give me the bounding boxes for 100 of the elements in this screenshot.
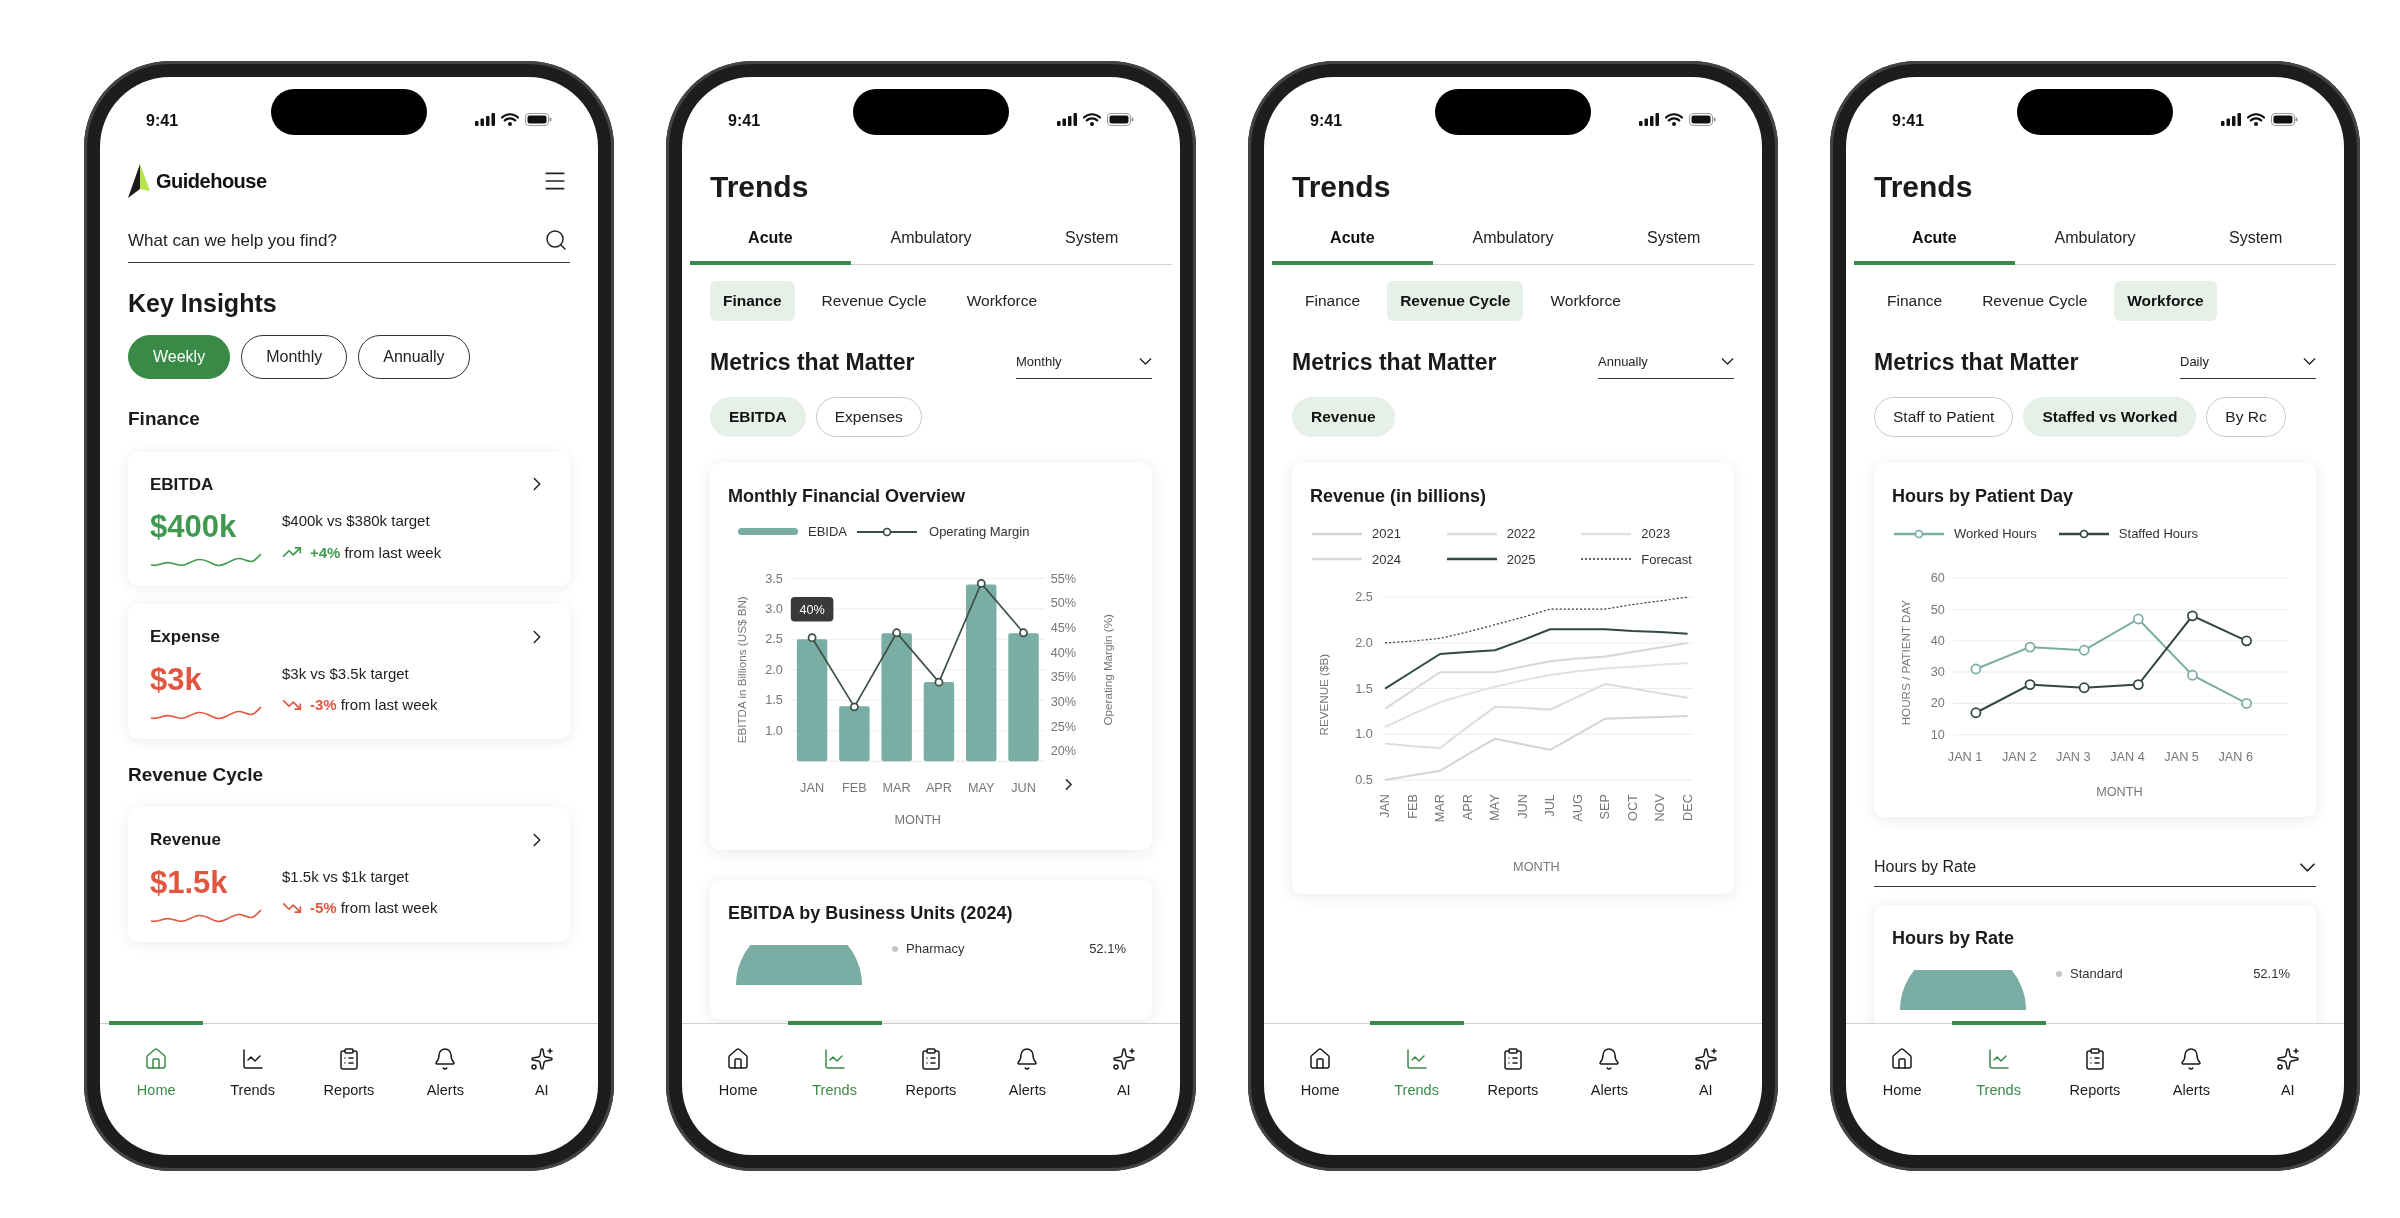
metric-chip[interactable]: Staffed vs Worked bbox=[2023, 397, 2197, 437]
tab[interactable]: Ambulatory bbox=[1432, 215, 1594, 265]
axis-tick-label: JUN bbox=[1515, 794, 1530, 819]
axis-tick-label: JAN 5 bbox=[2164, 749, 2199, 764]
axis-tick-label: 3.5 bbox=[765, 571, 783, 585]
category-tab[interactable]: Finance bbox=[1874, 280, 1956, 321]
nav-tab[interactable]: Reports bbox=[300, 1021, 398, 1121]
nav-tab[interactable]: Trends bbox=[1368, 1021, 1465, 1121]
axis-tick-label: MAR bbox=[1433, 794, 1448, 823]
chart-title: Revenue (in billions) bbox=[1310, 485, 1488, 508]
nav-tab[interactable]: Alerts bbox=[397, 1021, 494, 1121]
period-dropdown[interactable]: Monthly bbox=[1016, 344, 1152, 379]
category-tab[interactable]: Finance bbox=[710, 280, 795, 321]
axis-tick-label: DEC bbox=[1680, 794, 1695, 821]
nav-tab[interactable]: Home bbox=[690, 1021, 787, 1121]
axis-title: MONTH bbox=[894, 812, 942, 827]
period-pill[interactable]: Weekly bbox=[128, 335, 231, 379]
tab[interactable]: Ambulatory bbox=[850, 215, 1012, 265]
tab[interactable]: System bbox=[1011, 215, 1172, 265]
insight-card[interactable]: Revenue $1.5k $1.5k vs $1k target -5% from last week bbox=[128, 807, 570, 942]
chart-title: EBITDA by Business Units (2024) bbox=[728, 901, 1014, 925]
tab[interactable]: Acute bbox=[1272, 215, 1433, 265]
data-point bbox=[976, 578, 986, 588]
chevron-down-icon bbox=[1139, 357, 1152, 366]
axis-tick-label: APR bbox=[1460, 794, 1475, 821]
axis-tick-label: 40 bbox=[1930, 633, 1945, 648]
nav-tab[interactable]: Home bbox=[108, 1021, 205, 1121]
tab[interactable]: Acute bbox=[690, 215, 851, 265]
nav-tab[interactable]: Alerts bbox=[1561, 1021, 1658, 1121]
target-text: $3k vs $3.5k target bbox=[282, 665, 410, 681]
bell-icon bbox=[1015, 1047, 1040, 1071]
value-tooltip: 40% bbox=[790, 596, 834, 621]
home-icon bbox=[726, 1047, 751, 1071]
change-value: -3% bbox=[310, 697, 337, 712]
metric-chip[interactable]: By Rc bbox=[2206, 397, 2286, 437]
category-tab[interactable]: Workforce bbox=[1537, 280, 1634, 321]
period-dropdown[interactable]: Daily bbox=[2180, 344, 2316, 379]
nav-tab[interactable]: Home bbox=[1854, 1021, 1951, 1121]
nav-tab[interactable]: Alerts bbox=[979, 1021, 1076, 1121]
axis-tick-label: 20% bbox=[1050, 743, 1077, 758]
nav-tab[interactable]: Reports bbox=[882, 1021, 980, 1121]
period-pill[interactable]: Monthly bbox=[241, 335, 348, 379]
wifi-icon bbox=[1665, 113, 1683, 126]
period-pill[interactable]: Annually bbox=[358, 335, 470, 379]
nav-tab[interactable]: Trends bbox=[786, 1021, 883, 1121]
period-dropdown[interactable]: Annually bbox=[1598, 344, 1734, 379]
nav-tab[interactable]: Reports bbox=[1464, 1021, 1562, 1121]
axis-tick-label: 45% bbox=[1050, 620, 1077, 635]
chevron-right-icon[interactable] bbox=[1065, 778, 1073, 790]
tab[interactable]: Ambulatory bbox=[2014, 215, 2176, 265]
nav-tab[interactable]: Reports bbox=[2046, 1021, 2144, 1121]
status-time: 9:41 bbox=[1892, 113, 1925, 129]
category-tab[interactable]: Revenue Cycle bbox=[1387, 280, 1524, 321]
search-icon[interactable] bbox=[544, 228, 568, 252]
insight-card[interactable]: EBITDA $400k $400k vs $380k target +4% from last week bbox=[128, 451, 570, 586]
nav-tab[interactable]: AI bbox=[493, 1021, 590, 1121]
axis-tick-label: FEB bbox=[842, 780, 867, 795]
axis-tick-label: JAN 3 bbox=[2056, 749, 2091, 764]
axis-tick-label: FEB bbox=[1405, 794, 1420, 819]
axis-title: EBITDA in Billions (US$ BN) bbox=[735, 595, 749, 743]
chart-dropdown[interactable]: Hours by Rate bbox=[1874, 847, 2316, 888]
axis-tick-label: 50% bbox=[1050, 595, 1077, 610]
tab[interactable]: System bbox=[2175, 215, 2336, 265]
legend-value: 52.1% bbox=[1089, 939, 1126, 958]
category-tab[interactable]: Revenue Cycle bbox=[808, 280, 940, 321]
nav-tab[interactable]: Trends bbox=[1950, 1021, 2047, 1121]
status-time: 9:41 bbox=[728, 113, 761, 129]
axis-tick-label: JAN 1 bbox=[1947, 749, 1983, 764]
nav-tab[interactable]: AI bbox=[1075, 1021, 1172, 1121]
line-chart-icon bbox=[822, 1047, 847, 1071]
nav-tab[interactable]: AI bbox=[1657, 1021, 1754, 1121]
tab[interactable]: System bbox=[1593, 215, 1754, 265]
category-tab[interactable]: Finance bbox=[1292, 280, 1374, 321]
nav-tab[interactable]: Alerts bbox=[2143, 1021, 2240, 1121]
legend-label: 2023 bbox=[1641, 525, 1671, 543]
metric-value: $400k bbox=[150, 511, 238, 542]
metric-chip[interactable]: Revenue bbox=[1292, 397, 1395, 437]
change-value: -5% bbox=[310, 900, 337, 915]
nav-tab[interactable]: AI bbox=[2239, 1021, 2336, 1121]
axis-tick-label: MAY bbox=[1488, 794, 1503, 821]
data-point bbox=[2132, 613, 2144, 624]
category-tab[interactable]: Workforce bbox=[2114, 280, 2217, 321]
category-tab[interactable]: Revenue Cycle bbox=[1969, 280, 2101, 321]
metric-chip[interactable]: Expenses bbox=[815, 397, 922, 437]
metric-chip[interactable]: EBITDA bbox=[710, 397, 806, 437]
nav-tab[interactable]: Home bbox=[1272, 1021, 1369, 1121]
section-title: Metrics that Matter bbox=[710, 347, 915, 377]
insight-card[interactable]: Expense $3k $3k vs $3.5k target -3% from last week bbox=[128, 604, 570, 739]
category-tab[interactable]: Workforce bbox=[953, 280, 1051, 321]
metric-chip[interactable]: Staff to Patient bbox=[1874, 397, 2014, 437]
axis-tick-label: 10 bbox=[1930, 727, 1945, 742]
line-chart-icon bbox=[1404, 1047, 1429, 1071]
data-point bbox=[2241, 697, 2252, 709]
signal-icon bbox=[1639, 113, 1659, 126]
axis-tick-label: 50 bbox=[1930, 602, 1945, 617]
search-field[interactable]: What can we help you find? bbox=[128, 219, 570, 263]
tab[interactable]: Acute bbox=[1854, 215, 2015, 265]
page-title: Trends bbox=[710, 169, 810, 205]
line-chart-icon bbox=[240, 1047, 265, 1071]
nav-tab[interactable]: Trends bbox=[204, 1021, 301, 1121]
